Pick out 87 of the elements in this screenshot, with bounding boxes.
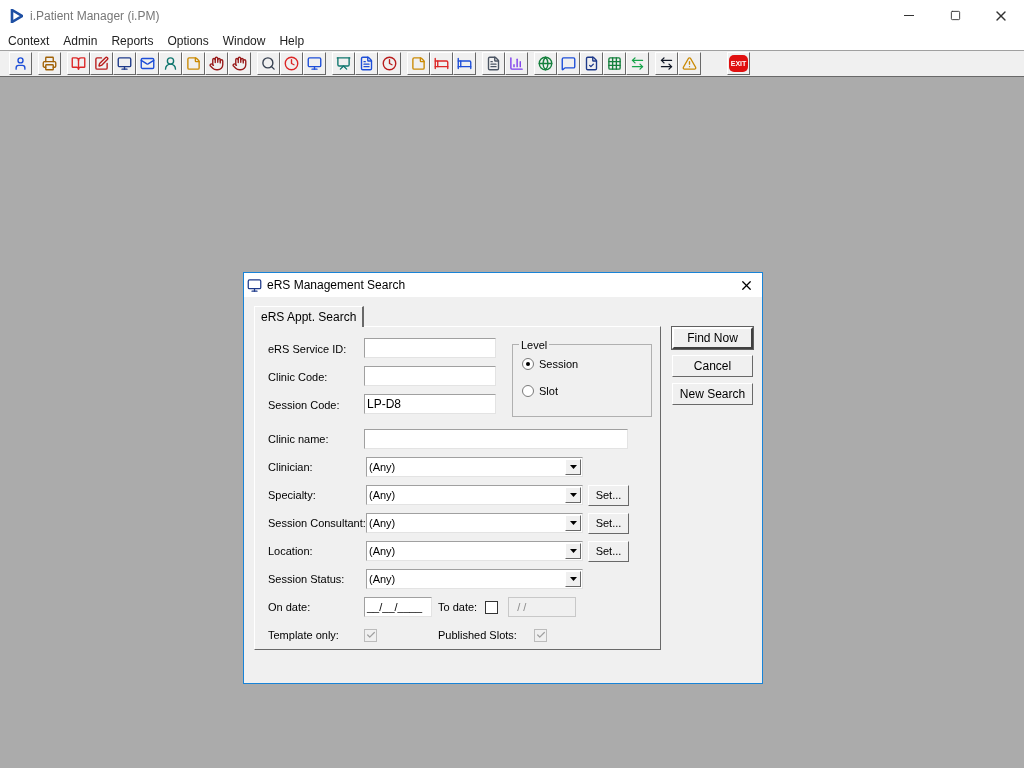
monitor-icon [117, 56, 132, 71]
set-button[interactable]: Set... [588, 540, 629, 562]
field-label: eRS Service ID: [268, 342, 348, 357]
field-label: Clinic name: [268, 431, 330, 447]
radio-option[interactable]: Slot [522, 382, 651, 400]
note-icon [411, 56, 426, 71]
toolbar-button[interactable] [136, 52, 159, 75]
toolbar-button[interactable] [205, 52, 228, 75]
dropdown[interactable]: (Any) [366, 569, 583, 589]
monitor-icon [307, 56, 322, 71]
toolbar-button[interactable] [580, 52, 603, 75]
toolbar-button[interactable] [228, 52, 251, 75]
dropdown[interactable]: (Any) [366, 457, 583, 477]
dropdown[interactable]: (Any) [366, 485, 583, 505]
input-field[interactable] [364, 366, 496, 386]
app-logo-icon [10, 8, 23, 23]
bed-icon [457, 56, 472, 71]
form-check-icon [584, 56, 599, 71]
arrows-icon [659, 56, 674, 71]
toolbar-button[interactable] [453, 52, 476, 75]
toolbar-button[interactable] [378, 52, 401, 75]
mail-icon [140, 56, 155, 71]
bar-chart-icon [509, 56, 524, 71]
field-label: Clinician: [268, 459, 314, 475]
printer-icon [42, 56, 57, 71]
field-label: Template only: [268, 627, 340, 643]
book-icon [71, 56, 86, 71]
dropdown[interactable]: (Any) [366, 513, 583, 533]
field-label: Session Code: [268, 398, 341, 413]
toolbar-button[interactable] [557, 52, 580, 75]
menu-item[interactable]: Help [272, 31, 312, 50]
document-icon [486, 56, 501, 71]
bed-icon [434, 56, 449, 71]
toolbar-button[interactable] [655, 52, 678, 75]
input-field[interactable]: LP-D8 [364, 394, 496, 414]
dialog-button[interactable]: Find Now [672, 327, 753, 349]
field-label: Session Consultant: [268, 515, 366, 531]
person-icon [163, 56, 178, 71]
note-icon [186, 56, 201, 71]
form-icon [359, 56, 374, 71]
window-title: i.Patient Manager (i.PM) [30, 7, 160, 25]
globe-icon [538, 56, 553, 71]
menu-item[interactable]: Options [160, 31, 216, 50]
menu-item[interactable]: Context [1, 31, 57, 50]
menu-item[interactable]: Reports [104, 31, 161, 50]
input-field[interactable] [364, 429, 628, 449]
menu-item[interactable]: Window [215, 31, 273, 50]
tab[interactable]: eRS Appt. Search [254, 306, 365, 327]
dialog-icon [247, 277, 262, 293]
input-field[interactable] [364, 338, 496, 358]
toolbar-button[interactable] [482, 52, 505, 75]
clock-icon [284, 56, 299, 71]
field-label: Session Status: [268, 571, 346, 587]
toolbar-button[interactable] [113, 52, 136, 75]
field-label: Location: [268, 543, 314, 559]
toolbar-button[interactable] [9, 52, 32, 75]
field-label: Published Slots: [438, 627, 518, 643]
field-label: Clinic Code: [268, 370, 329, 385]
maximize-icon [949, 10, 961, 21]
minimize-icon [904, 15, 914, 16]
presentation-icon [336, 56, 351, 71]
radio-option[interactable]: Session [522, 355, 651, 373]
field-label: On date: [268, 599, 312, 615]
grid-icon [607, 56, 622, 71]
date-field[interactable]: __/__/____ [364, 597, 432, 617]
field-label: To date: [438, 599, 478, 615]
toolbar-button[interactable] [90, 52, 113, 75]
set-button[interactable]: Set... [588, 484, 629, 506]
toolbar-button[interactable] [355, 52, 378, 75]
hand-icon [232, 56, 247, 71]
toolbar-button[interactable] [257, 52, 280, 75]
dropdown[interactable]: (Any) [366, 541, 583, 561]
clock-icon [382, 56, 397, 71]
menu-item[interactable]: Admin [56, 31, 105, 50]
toolbar-button[interactable] [303, 52, 326, 75]
dialog-button[interactable]: Cancel [672, 355, 753, 377]
pen-icon [94, 56, 109, 71]
dialog-title: eRS Management Search [267, 277, 406, 294]
search-icon [261, 56, 276, 71]
set-button[interactable]: Set... [588, 512, 629, 534]
message-icon [561, 56, 576, 71]
field-label: Specialty: [268, 487, 317, 503]
dialog-button[interactable]: New Search [672, 383, 753, 405]
person-icon [13, 56, 28, 71]
warning-icon [682, 56, 697, 71]
arrows-icon [630, 56, 645, 71]
hand-icon [209, 56, 224, 71]
